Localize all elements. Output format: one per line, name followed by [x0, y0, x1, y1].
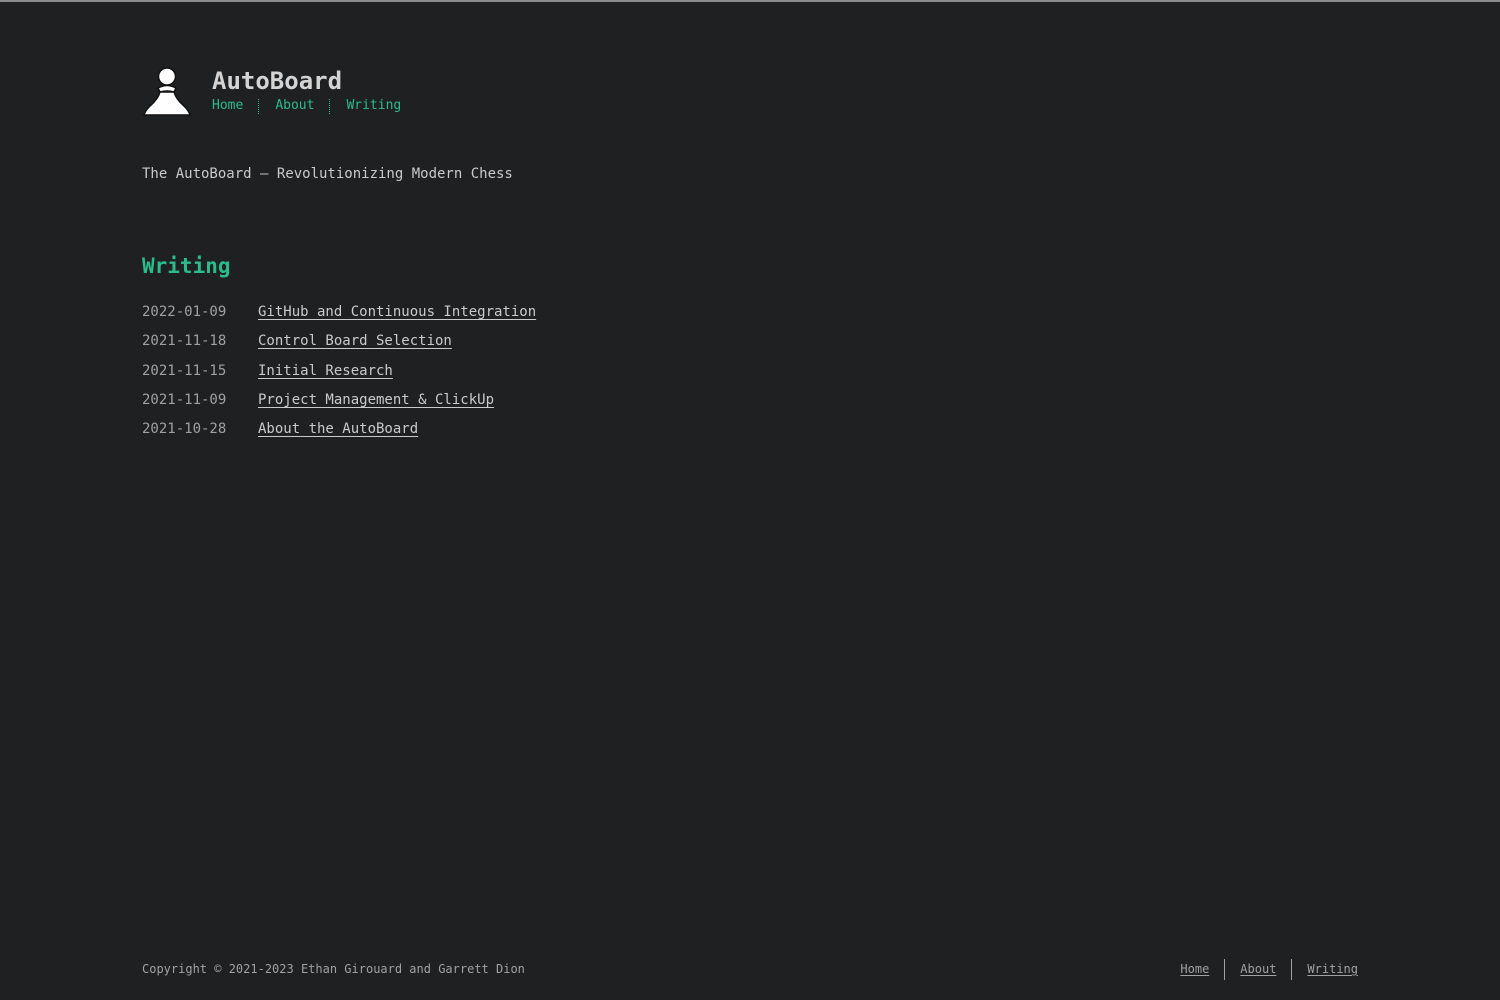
post-date: 2022-01-09 [142, 304, 227, 320]
post-date: 2021-10-28 [142, 421, 227, 437]
copyright-text: Copyright © 2021-2023 Ethan Girouard and… [142, 962, 525, 976]
footer-home-link[interactable]: Home [1180, 962, 1209, 976]
chess-pawn-icon[interactable] [142, 66, 192, 116]
nav-separator [258, 98, 260, 114]
site-header: AutoBoard Home About Writing [142, 66, 401, 116]
page-content: AutoBoard Home About Writing The AutoBoa… [142, 0, 1358, 1000]
site-title[interactable]: AutoBoard [212, 66, 401, 96]
post-list: 2022-01-09 GitHub and Continuous Integra… [142, 303, 536, 449]
nav-separator [329, 98, 331, 114]
post-link[interactable]: GitHub and Continuous Integration [258, 303, 536, 332]
post-list-item: 2021-11-15 Initial Research [142, 362, 536, 391]
footer-nav-separator [1291, 958, 1293, 980]
header-text: AutoBoard Home About Writing [212, 66, 401, 114]
footer-about-link[interactable]: About [1240, 962, 1276, 976]
post-link[interactable]: About the AutoBoard [258, 420, 418, 449]
nav-about-link[interactable]: About [275, 98, 314, 114]
header-nav: Home About Writing [212, 98, 401, 114]
site-footer: Copyright © 2021-2023 Ethan Girouard and… [142, 958, 1358, 980]
footer-writing-link[interactable]: Writing [1307, 962, 1358, 976]
post-date: 2021-11-18 [142, 333, 227, 350]
post-list-item: 2022-01-09 GitHub and Continuous Integra… [142, 303, 536, 332]
post-date: 2021-11-15 [142, 362, 227, 379]
nav-home-link[interactable]: Home [212, 98, 243, 114]
site-tagline: The AutoBoard – Revolutionizing Modern C… [142, 166, 513, 182]
post-list-item: 2021-11-18 Control Board Selection [142, 332, 536, 361]
post-link[interactable]: Initial Research [258, 362, 393, 391]
post-link[interactable]: Control Board Selection [258, 332, 452, 361]
footer-nav-separator [1224, 958, 1226, 980]
nav-writing-link[interactable]: Writing [346, 98, 401, 114]
writing-section-title: Writing [142, 254, 231, 278]
post-list-item: 2021-11-09 Project Management & ClickUp [142, 391, 536, 420]
footer-nav: Home About Writing [1180, 958, 1358, 980]
post-date: 2021-11-09 [142, 391, 227, 408]
post-link[interactable]: Project Management & ClickUp [258, 391, 494, 420]
post-list-item: 2021-10-28 About the AutoBoard [142, 420, 536, 449]
